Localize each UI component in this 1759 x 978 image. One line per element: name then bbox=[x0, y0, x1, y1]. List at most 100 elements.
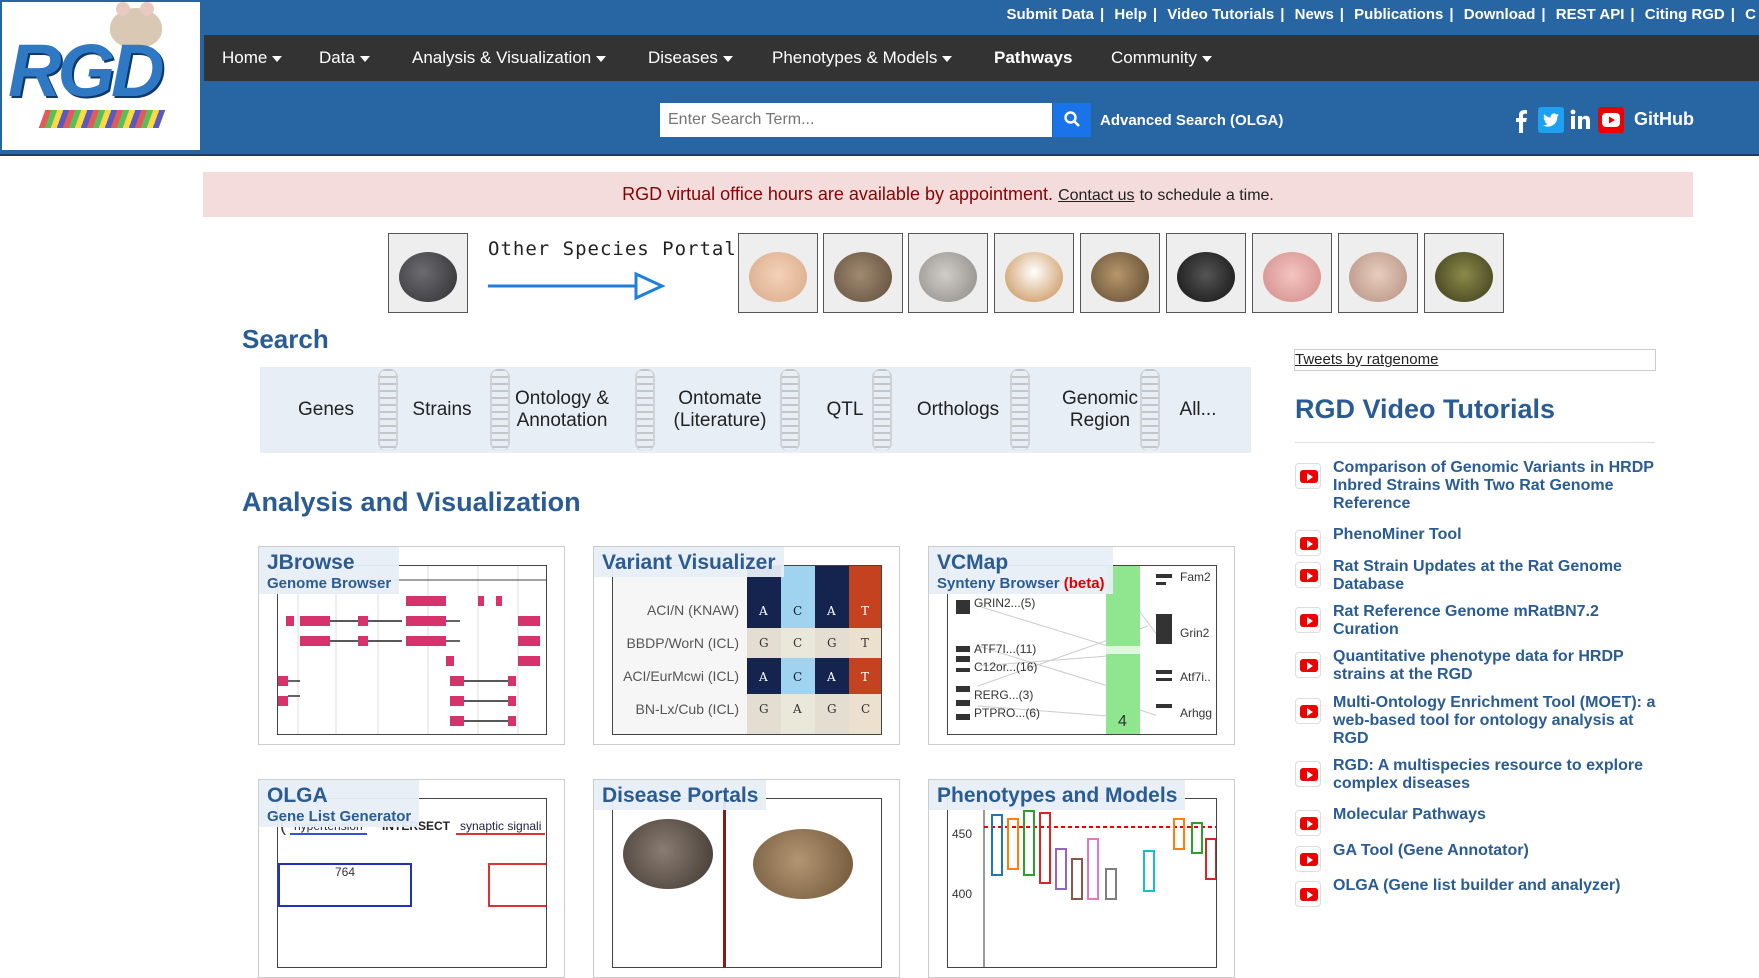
contact-us-link[interactable]: Contact us bbox=[1058, 187, 1134, 204]
chinchilla-image bbox=[919, 252, 977, 302]
separator: | bbox=[1100, 6, 1105, 23]
card-jbrowse[interactable]: JBrowse Genome Browser bbox=[258, 546, 565, 745]
nav-pathways-label: Pathways bbox=[994, 48, 1073, 67]
video-tutorials-heading: RGD Video Tutorials bbox=[1295, 394, 1556, 424]
divider bbox=[1295, 442, 1655, 443]
dna-divider-icon bbox=[872, 369, 892, 451]
youtube-icon bbox=[1295, 881, 1321, 907]
search-ontology-annotation[interactable]: Ontology & Annotation bbox=[508, 367, 616, 453]
youtube-icon[interactable] bbox=[1598, 107, 1624, 133]
nav-community[interactable]: Community bbox=[1111, 35, 1212, 81]
disease-portals-thumbnail bbox=[612, 798, 882, 968]
card-vcmap[interactable]: 4 GRIN2...(5) ATF7I...(11) C12or...(16) … bbox=[928, 546, 1235, 745]
pig-portal[interactable] bbox=[1252, 233, 1332, 313]
chevron-down-icon bbox=[272, 55, 283, 62]
notice-rest: to schedule a time. bbox=[1139, 187, 1274, 204]
search-all[interactable]: All... bbox=[1158, 367, 1238, 453]
youtube-icon bbox=[1295, 698, 1321, 724]
search-orthologs[interactable]: Orthologs bbox=[892, 367, 1024, 453]
strain-column: ACI/N (KNAW) BBDP/WorN (ICL) ACI/EurMcwi… bbox=[613, 566, 747, 734]
nav-community-label: Community bbox=[1111, 48, 1197, 67]
squirrel-portal[interactable] bbox=[1080, 233, 1160, 313]
video-title[interactable]: PhenoMiner Tool bbox=[1333, 526, 1663, 544]
strain-row: BN-Lx/Cub (ICL) bbox=[635, 701, 739, 717]
facebook-icon[interactable] bbox=[1508, 107, 1534, 133]
tweets-link[interactable]: Tweets by ratgenome bbox=[1294, 349, 1656, 371]
office-hours-notice: RGD virtual office hours are available b… bbox=[203, 172, 1693, 217]
youtube-icon bbox=[1295, 810, 1321, 836]
search-heading: Search bbox=[242, 324, 329, 354]
beta-badge: (beta) bbox=[1063, 575, 1105, 592]
phenotypes-label: Phenotypes and Models bbox=[929, 780, 1186, 810]
nav-data[interactable]: Data bbox=[319, 35, 370, 81]
video-title[interactable]: RGD: A multispecies resource to explore … bbox=[1333, 757, 1663, 793]
twitter-icon[interactable] bbox=[1538, 107, 1564, 133]
card-phenotypes-models[interactable]: 450 400 Phenotypes and Models bbox=[928, 779, 1235, 978]
video-title[interactable]: Multi-Ontology Enrichment Tool (MOET): a… bbox=[1333, 694, 1663, 748]
nav-phenotypes[interactable]: Phenotypes & Models bbox=[772, 35, 953, 81]
mouse-portal[interactable] bbox=[823, 233, 903, 313]
search-genes[interactable]: Genes bbox=[272, 367, 380, 453]
dna-divider-icon bbox=[1140, 369, 1160, 451]
toplink-download[interactable]: Download bbox=[1461, 6, 1539, 23]
separator: | bbox=[1730, 6, 1735, 23]
toplink-submit-data[interactable]: Submit Data bbox=[1003, 6, 1097, 23]
video-title[interactable]: Comparison of Genomic Variants in HRDP I… bbox=[1333, 459, 1663, 513]
mole-rat-portal[interactable] bbox=[1338, 233, 1418, 313]
dog-portal[interactable] bbox=[994, 233, 1074, 313]
human-image bbox=[749, 252, 807, 302]
video-title[interactable]: Molecular Pathways bbox=[1333, 806, 1663, 824]
variant-visualizer-label: Variant Visualizer bbox=[594, 547, 784, 577]
mouse-image bbox=[753, 829, 853, 899]
video-title[interactable]: Rat Reference Genome mRatBN7.2 Curation bbox=[1333, 603, 1663, 639]
dna-divider-icon bbox=[780, 369, 800, 451]
youtube-icon bbox=[1295, 463, 1321, 489]
nav-home[interactable]: Home bbox=[222, 35, 283, 81]
toplink-help[interactable]: Help bbox=[1111, 6, 1150, 23]
main-nav: Home Data Analysis & Visualization Disea… bbox=[204, 35, 1759, 81]
green-monkey-portal[interactable] bbox=[1424, 233, 1504, 313]
nav-diseases[interactable]: Diseases bbox=[648, 35, 733, 81]
linkedin-icon[interactable] bbox=[1568, 107, 1594, 133]
rgd-logo[interactable]: RGD bbox=[0, 0, 202, 152]
dna-divider-icon bbox=[378, 369, 398, 451]
card-title: OLGA bbox=[267, 784, 328, 807]
card-olga[interactable]: ( hypertension INTERSECT synaptic signal… bbox=[258, 779, 565, 978]
advanced-search-link[interactable]: Advanced Search (OLGA) bbox=[1100, 112, 1283, 129]
nav-home-label: Home bbox=[222, 48, 268, 67]
phenotypes-boxplot-image bbox=[983, 799, 1216, 967]
toplink-truncated[interactable]: C bbox=[1742, 6, 1759, 23]
search-ontomate[interactable]: Ontomate (Literature) bbox=[652, 367, 788, 453]
video-title[interactable]: Rat Strain Updates at the Rat Genome Dat… bbox=[1333, 558, 1663, 594]
nav-analysis[interactable]: Analysis & Visualization bbox=[412, 35, 607, 81]
toplink-video-tutorials[interactable]: Video Tutorials bbox=[1164, 6, 1277, 23]
vcmap-gene: Fam2 bbox=[1180, 570, 1211, 584]
toplink-news[interactable]: News bbox=[1292, 6, 1337, 23]
toplink-rest-api[interactable]: REST API bbox=[1553, 6, 1628, 23]
search-strains[interactable]: Strains bbox=[396, 367, 488, 453]
strain-row: ACI/EurMcwi (ICL) bbox=[623, 668, 739, 684]
chinchilla-portal[interactable] bbox=[908, 233, 988, 313]
mouse-image bbox=[834, 252, 892, 302]
search-input[interactable] bbox=[660, 103, 1052, 137]
search-button[interactable] bbox=[1053, 103, 1091, 137]
base: G bbox=[827, 636, 837, 650]
dog-image bbox=[1005, 252, 1063, 302]
toplink-citing-rgd[interactable]: Citing RGD bbox=[1642, 6, 1728, 23]
video-title[interactable]: Quantitative phenotype data for HRDP str… bbox=[1333, 648, 1663, 684]
nav-pathways[interactable]: Pathways bbox=[994, 35, 1072, 81]
vcmap-label: VCMap Synteny Browser (beta) bbox=[929, 547, 1113, 594]
github-link[interactable]: GitHub bbox=[1634, 109, 1694, 130]
video-title[interactable]: OLGA (Gene list builder and analyzer) bbox=[1333, 877, 1663, 895]
chevron-down-icon bbox=[596, 55, 607, 62]
rat-portal[interactable] bbox=[388, 233, 468, 313]
human-portal[interactable] bbox=[738, 233, 818, 313]
chevron-down-icon bbox=[722, 55, 733, 62]
svg-text:4: 4 bbox=[1118, 713, 1127, 730]
card-variant-visualizer[interactable]: ACI/N (KNAW) BBDP/WorN (ICL) ACI/EurMcwi… bbox=[593, 546, 900, 745]
video-title[interactable]: GA Tool (Gene Annotator) bbox=[1333, 842, 1663, 860]
pig-image bbox=[1263, 252, 1321, 302]
bonobo-portal[interactable] bbox=[1166, 233, 1246, 313]
toplink-publications[interactable]: Publications bbox=[1351, 6, 1446, 23]
card-disease-portals[interactable]: Disease Portals bbox=[593, 779, 900, 978]
